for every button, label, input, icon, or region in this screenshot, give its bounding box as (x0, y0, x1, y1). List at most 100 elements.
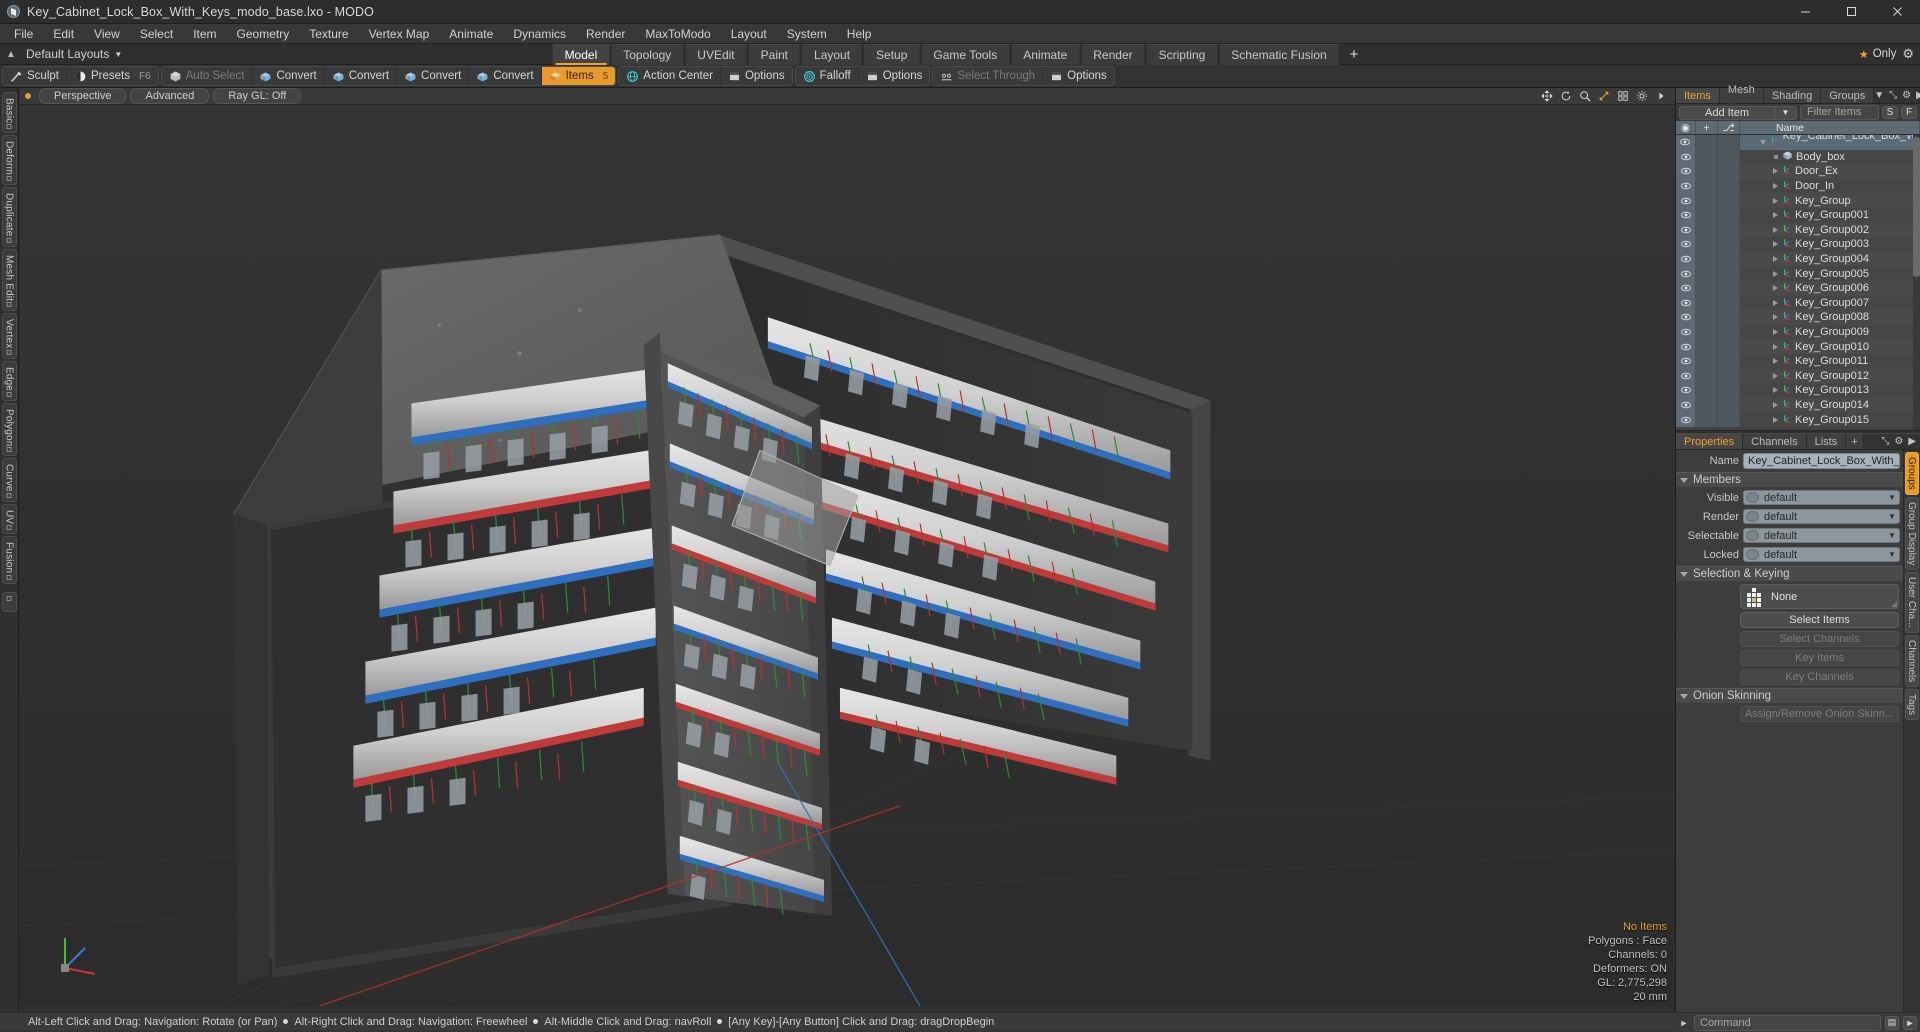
item-row[interactable]: Door_In (1676, 178, 1920, 194)
toggle-knob-icon[interactable] (1746, 511, 1759, 522)
item-column-locator[interactable] (1718, 178, 1740, 194)
item-column-add[interactable] (1696, 383, 1718, 398)
expand-triangle-right-icon[interactable] (1773, 329, 1778, 336)
item-row[interactable]: Door_Ex (1676, 164, 1920, 179)
item-row[interactable]: Key_Group003 (1676, 237, 1920, 252)
left-tab-extra[interactable] (1, 591, 17, 612)
left-tab-polygon[interactable]: Polygon (1, 402, 17, 457)
item-column-locator[interactable] (1717, 135, 1740, 150)
item-column-add[interactable] (1696, 280, 1718, 296)
item-column-add[interactable] (1696, 251, 1718, 267)
layout-up-arrow-icon[interactable]: ▲ (0, 44, 22, 64)
item-visibility-toggle[interactable] (1676, 397, 1696, 413)
properties-side-tab-tags[interactable]: Tags (1905, 689, 1919, 721)
item-column-locator[interactable] (1718, 237, 1740, 252)
expand-triangle-right-icon[interactable] (1773, 401, 1778, 408)
select-items-button[interactable]: Select Items (1740, 612, 1899, 628)
item-row[interactable]: Key_Group001 (1676, 207, 1920, 223)
item-column-add[interactable] (1696, 193, 1718, 208)
item-column-add[interactable] (1696, 295, 1718, 311)
menu-item-texture[interactable]: Texture (299, 25, 358, 43)
item-column-locator[interactable] (1718, 222, 1740, 238)
item-column-add[interactable] (1696, 353, 1718, 369)
menu-item-dynamics[interactable]: Dynamics (503, 25, 576, 43)
chevron-right-icon[interactable]: ▶ (1908, 436, 1916, 447)
item-column-add[interactable] (1696, 266, 1718, 281)
expand-triangle-right-icon[interactable] (1773, 270, 1778, 277)
viewport-view-mode[interactable]: Perspective (39, 88, 127, 104)
chevron-down-icon[interactable]: ▼ (1874, 90, 1884, 101)
item-row[interactable]: Key_Group011 (1676, 353, 1920, 369)
properties-side-tab-channels[interactable]: Channels (1905, 634, 1919, 687)
item-row[interactable]: Key_Group012 (1676, 368, 1920, 384)
item-name-cell[interactable]: Key_Group003 (1740, 237, 1920, 252)
layout-tab-model[interactable]: Model (551, 44, 611, 65)
item-visibility-toggle[interactable] (1676, 251, 1696, 267)
properties-tab-channels[interactable]: Channels (1743, 434, 1807, 449)
section-onion-skinning[interactable]: Onion Skinning (1676, 688, 1903, 703)
toolbar-button-convert[interactable]: Convert (469, 67, 542, 85)
key-channels-button[interactable]: Key Channels (1740, 669, 1899, 685)
item-name-cell[interactable]: Key_Group009 (1740, 324, 1920, 340)
3d-viewport[interactable]: No Items Polygons : Face Channels: 0 Def… (19, 105, 1675, 1012)
toolbar-button-action-center[interactable]: Action Center (619, 67, 721, 85)
menu-item-help[interactable]: Help (837, 25, 882, 43)
maximize-button[interactable] (1828, 0, 1874, 24)
expand-triangle-right-icon[interactable] (1773, 197, 1778, 204)
menu-item-animate[interactable]: Animate (439, 25, 503, 43)
item-row[interactable]: Key_Group014 (1676, 397, 1920, 413)
layout-tab-animate[interactable]: Animate (1010, 44, 1081, 65)
filter-items-input[interactable]: Filter Items (1800, 105, 1879, 120)
toolbar-button-convert[interactable]: Convert (325, 67, 398, 85)
properties-tab-lists[interactable]: Lists (1806, 434, 1847, 449)
item-column-locator[interactable] (1718, 164, 1740, 179)
item-list-scrollbar[interactable] (1913, 135, 1920, 430)
item-column-locator[interactable] (1718, 383, 1740, 398)
item-column-add[interactable] (1696, 324, 1718, 340)
close-button[interactable] (1874, 0, 1920, 24)
item-column-add[interactable] (1696, 397, 1718, 413)
item-row[interactable]: Key_Group015 (1676, 412, 1920, 427)
properties-tab-properties[interactable]: Properties (1676, 434, 1744, 449)
item-name-cell[interactable]: Key_Group015 (1740, 412, 1920, 427)
toggle-knob-icon[interactable] (1746, 492, 1759, 503)
menu-item-maxtomodo[interactable]: MaxToModo (635, 25, 720, 43)
menu-item-item[interactable]: Item (183, 25, 226, 43)
item-row[interactable]: Key_Group009 (1676, 324, 1920, 340)
gear-icon[interactable] (1636, 90, 1648, 102)
item-column-add[interactable] (1696, 149, 1718, 165)
menu-item-system[interactable]: System (777, 25, 837, 43)
properties-side-tab-user-cha[interactable]: User Cha... (1905, 572, 1919, 633)
item-row[interactable]: Key_Group002 (1676, 222, 1920, 238)
selection-set-field[interactable]: None (1740, 584, 1899, 609)
toolbar-button-options[interactable]: Options (1043, 67, 1114, 85)
expand-triangle-right-icon[interactable] (1773, 314, 1778, 321)
default-layouts-dropdown[interactable]: Default Layouts ▼ (22, 44, 132, 64)
expand-icon[interactable]: ⤡ (1881, 436, 1889, 447)
expand-triangle-right-icon[interactable] (1773, 372, 1778, 379)
chevron-right-icon[interactable]: ► (1903, 1015, 1917, 1030)
toggle-knob-icon[interactable] (1746, 549, 1759, 560)
item-column-add[interactable] (1696, 207, 1718, 223)
toggle-knob-icon[interactable] (1746, 530, 1759, 541)
item-visibility-toggle[interactable] (1676, 164, 1696, 179)
item-name-cell[interactable]: Key_Group001 (1740, 207, 1920, 223)
chevron-down-icon[interactable]: ▼ (1885, 531, 1899, 540)
item-row[interactable]: Key_Group005 (1676, 266, 1920, 281)
assign-remove-onion-skin-button[interactable]: Assign/Remove Onion Skinn... (1740, 706, 1899, 722)
item-row[interactable]: Key_Group006 (1676, 280, 1920, 296)
item-column-locator[interactable] (1718, 266, 1740, 281)
member-field-visible-dropdown[interactable]: default ▼ (1743, 490, 1900, 505)
item-visibility-toggle[interactable] (1676, 222, 1696, 238)
grid-icon[interactable] (1617, 90, 1629, 102)
item-row[interactable]: Key_Group007 (1676, 295, 1920, 311)
chevron-down-icon[interactable]: ▼ (1885, 493, 1899, 502)
chevron-right-icon[interactable] (1655, 90, 1667, 102)
properties-side-tab-group-display[interactable]: Group Display (1905, 496, 1919, 571)
item-visibility-toggle[interactable] (1676, 135, 1696, 150)
rotate-icon[interactable] (1560, 90, 1572, 102)
item-visibility-toggle[interactable] (1676, 237, 1696, 252)
viewport-menu-dot-icon[interactable] (25, 93, 31, 99)
name-input[interactable]: Key_Cabinet_Lock_Box_With_Ke (1743, 452, 1900, 469)
expand-triangle-right-icon[interactable] (1773, 387, 1778, 394)
